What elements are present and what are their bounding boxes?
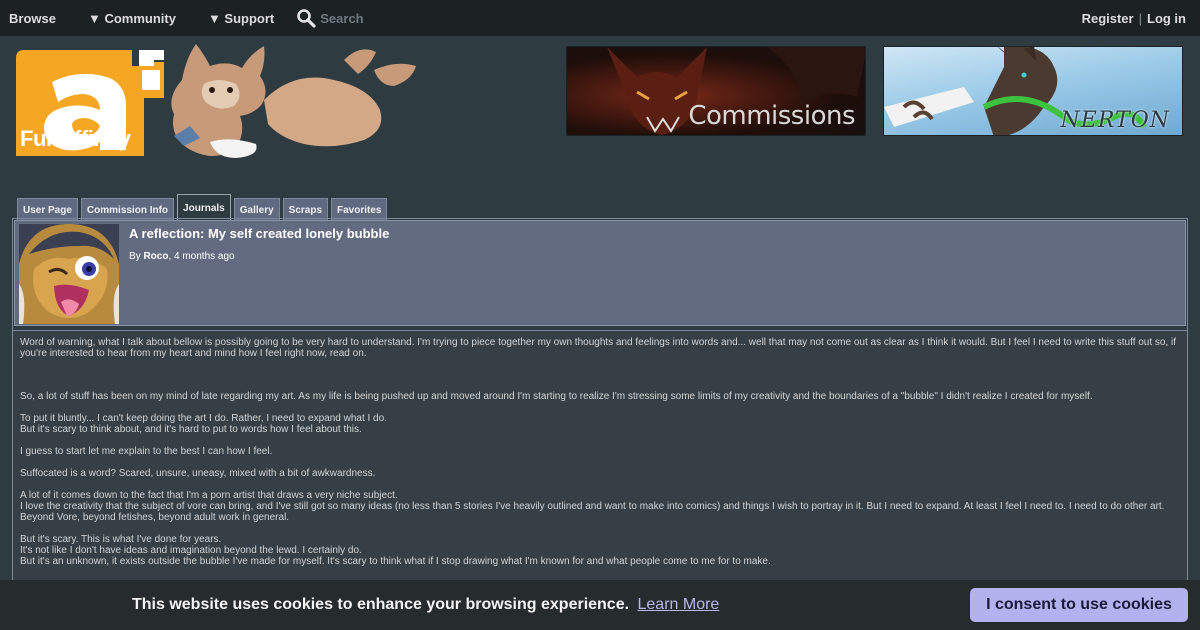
- nav-support-dropdown[interactable]: ▼ Support: [198, 11, 274, 26]
- journal-paragraph: Word of warning, what I talk about bello…: [20, 337, 1179, 359]
- journal-paragraph: [20, 370, 1180, 381]
- learn-more-link[interactable]: Learn More: [638, 596, 720, 613]
- journal-paragraph: A lot of it comes down to the fact that …: [20, 490, 1165, 523]
- artist-banner-label: NERTON: [1060, 108, 1170, 133]
- search-box: [296, 8, 441, 28]
- register-link[interactable]: Register: [1082, 11, 1134, 26]
- profile-tabs: User Page Commission Info Journals Galle…: [17, 194, 388, 221]
- nav-community-dropdown[interactable]: ▼ Community: [78, 11, 176, 26]
- commissions-banner-label: Commissions: [688, 101, 855, 131]
- journal-paragraph: So, a lot of stuff has been on my mind o…: [20, 391, 1093, 402]
- avatar[interactable]: [19, 224, 119, 324]
- journal-paragraph: [20, 359, 1180, 370]
- login-link[interactable]: Log in: [1147, 11, 1186, 26]
- search-icon[interactable]: [296, 8, 316, 28]
- cookie-consent-bar: This website uses cookies to enhance you…: [0, 580, 1200, 630]
- account-links-separator: |: [1138, 10, 1142, 26]
- journal-paragraph: To put it bluntly... I can't keep doing …: [20, 413, 387, 435]
- nav-browse[interactable]: Browse: [0, 11, 56, 26]
- author-avatar-icon: [19, 224, 119, 324]
- byline-label: By: [129, 251, 141, 262]
- journal-paragraph: But it's scary. This is what I've done f…: [20, 534, 771, 567]
- tab-journals[interactable]: Journals: [177, 194, 231, 221]
- top-navigation-bar: Browse ▼ Community ▼ Support Register | …: [0, 0, 1200, 36]
- journal-paragraph: I guess to start let me explain to the b…: [20, 446, 273, 457]
- logo-text: Fur Affinity: [20, 126, 131, 151]
- journal-header: A reflection: My self created lonely bub…: [14, 220, 1186, 326]
- journal-paragraph: Suffocated is a word? Scared, unsure, un…: [20, 468, 376, 479]
- cookie-message: This website uses cookies to enhance you…: [132, 596, 719, 614]
- author-link[interactable]: Roco: [143, 251, 168, 262]
- site-logo[interactable]: Fur Affinity: [14, 40, 424, 160]
- cookie-message-text: This website uses cookies to enhance you…: [132, 596, 630, 613]
- journal-byline: By Roco, 4 months ago: [129, 251, 235, 262]
- account-links: Register | Log in: [1082, 0, 1186, 36]
- journal-title: A reflection: My self created lonely bub…: [129, 226, 390, 241]
- posted-time: , 4 months ago: [168, 251, 235, 262]
- commissions-banner[interactable]: Commissions: [566, 46, 866, 136]
- consent-cookies-button[interactable]: I consent to use cookies: [970, 588, 1188, 622]
- search-input[interactable]: [320, 10, 441, 26]
- artist-banner[interactable]: NERTON: [883, 46, 1183, 136]
